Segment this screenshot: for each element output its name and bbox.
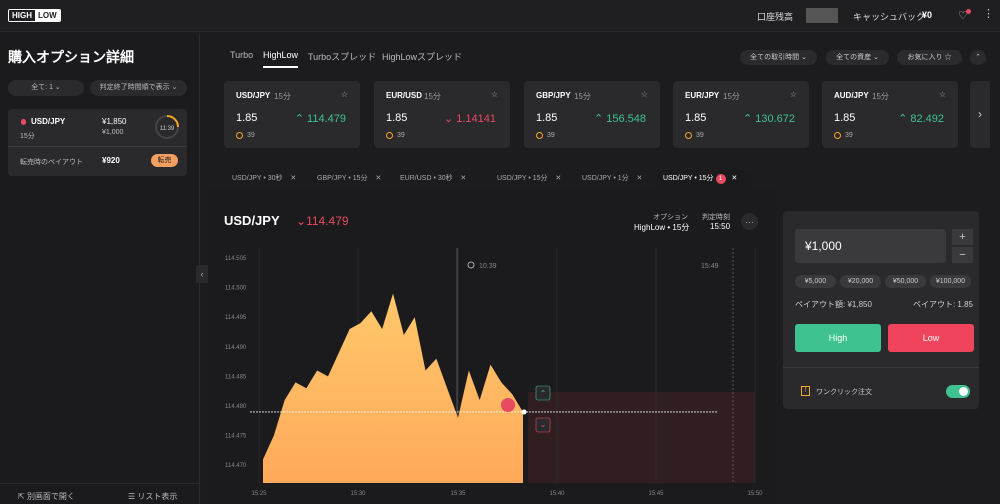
sidebar-title: 購入オプション詳細 <box>8 49 134 65</box>
trade-panel: ¥1,000 + − ¥5,000 ¥20,000 ¥50,000 ¥100,0… <box>783 211 979 409</box>
list-view-button[interactable]: ☰ リスト表示 <box>128 491 177 502</box>
one-click-toggle[interactable] <box>946 385 970 398</box>
next-assets-icon[interactable]: › <box>970 81 990 148</box>
amount-input[interactable]: ¥1,000 <box>795 229 946 263</box>
quick-amount-button[interactable]: ¥100,000 <box>930 275 971 288</box>
chart-tab[interactable]: USD/JPY • 15分 ✕ <box>497 170 561 188</box>
tab-highlow[interactable]: HighLow <box>263 50 299 68</box>
resell-payout-value: ¥920 <box>102 156 120 165</box>
chart-timer: 10.39 <box>479 263 497 270</box>
one-click-icon: ! <box>801 386 810 396</box>
sidebar: 購入オプション詳細 全て: 1 ⌄ 判定終了時間順で表示 ⌄ USD/JPY 1… <box>0 33 200 504</box>
position-amount: ¥1,850 <box>102 117 127 126</box>
asset-card-gbpjpy[interactable]: GBP/JPY 15分 ☆ 1.85 ⌃ 156.548 39 <box>524 81 660 148</box>
current-point <box>521 409 527 415</box>
collapse-sidebar-icon[interactable]: ‹ <box>196 265 208 283</box>
position-card[interactable]: USD/JPY 15分 ¥1,850 ¥1,000 11:39 転売時のペイアウ… <box>8 109 187 176</box>
timer-icon <box>536 132 543 139</box>
tab-turbo-spread[interactable]: Turboスプレッド <box>308 50 376 63</box>
chart-tab[interactable]: USD/JPY • 30秒 ✕ <box>232 170 296 188</box>
asset-card-eurjpy[interactable]: EUR/JPY 15分 ☆ 1.85 ⌃ 130.672 39 <box>673 81 809 148</box>
timer-ring: 11:39 <box>155 115 179 139</box>
balance-mask <box>806 8 838 23</box>
quick-amount-button[interactable]: ¥50,000 <box>885 275 926 288</box>
star-icon: ☆ <box>340 90 348 99</box>
asset-filter-dropdown[interactable]: 全ての資産 ⌄ <box>826 50 889 65</box>
top-bar: HIGH LOW 口座残高 キャッシュバック ¥0 ♡ ⋮ <box>0 0 1000 32</box>
entry-marker <box>501 398 515 412</box>
x-tick-label: 15:40 <box>549 491 565 497</box>
payout-rate: ペイアウト: 1.85 <box>912 300 973 309</box>
chart-tab-active[interactable]: USD/JPY • 15分 1 ✕ <box>655 170 753 188</box>
notification-dot <box>966 9 971 14</box>
favorites-filter[interactable]: お気に入り ☆ <box>897 50 962 65</box>
chart-area: USD/JPY ⌄114.479 オプション HighLow • 15分 判定時… <box>208 188 775 504</box>
quick-amount-button[interactable]: ¥20,000 <box>840 275 881 288</box>
x-tick-label: 15:45 <box>648 491 664 497</box>
chart-tab[interactable]: GBP/JPY • 15分 ✕ <box>317 170 381 188</box>
price-area <box>263 293 523 483</box>
one-click-label: ワンクリック注文 <box>816 389 872 396</box>
y-tick-label: 114.480 <box>225 404 247 410</box>
y-tick-label: 114.500 <box>225 286 247 292</box>
chart-tab[interactable]: USD/JPY • 1分 ✕ <box>582 170 642 188</box>
price-chart: 15:25 15:30 15:35 15:40 15:45 15:50 114.505 114… <box>225 248 763 497</box>
y-tick-label: 114.470 <box>225 463 247 469</box>
account-balance-label: 口座残高 <box>757 12 794 22</box>
y-tick-label: 114.475 <box>225 434 247 440</box>
up-arrow-icon: ⌃ <box>540 389 547 398</box>
payout-amount: ペイアウト額: ¥1,850 <box>795 300 872 309</box>
low-zone <box>528 392 755 483</box>
y-tick-label: 114.485 <box>225 374 247 380</box>
y-tick-label: 114.505 <box>225 256 247 262</box>
x-tick-label: 15:25 <box>251 491 267 497</box>
star-icon: ☆ <box>490 90 498 99</box>
quick-amount-button[interactable]: ¥5,000 <box>795 275 836 288</box>
x-tick-label: 15:35 <box>450 491 466 497</box>
logo[interactable]: HIGH LOW <box>8 9 61 22</box>
filter-all-dropdown[interactable]: 全て: 1 ⌄ <box>8 80 84 96</box>
open-new-window-button[interactable]: ⇱ 別画面で開く <box>18 491 75 502</box>
timer-icon <box>834 132 841 139</box>
tab-turbo[interactable]: Turbo <box>230 50 253 60</box>
chart-tab[interactable]: EUR/USD • 30秒 ✕ <box>400 170 466 188</box>
svg-text:11:39: 11:39 <box>160 126 175 132</box>
low-button[interactable]: Low <box>888 324 974 352</box>
y-tick-label: 114.490 <box>225 345 247 351</box>
position-stake: ¥1,000 <box>102 129 124 136</box>
close-time: 15:49 <box>701 263 719 270</box>
timer-icon <box>467 261 475 269</box>
sort-dropdown[interactable]: 判定終了時間順で表示 ⌄ <box>90 80 187 96</box>
asset-card-eurusd[interactable]: EUR/USD 15分 ☆ 1.85 ⌄ 1.14141 39 <box>374 81 510 148</box>
timer-icon <box>386 132 393 139</box>
star-icon: ☆ <box>789 90 797 99</box>
menu-icon[interactable]: ⋮ <box>983 7 994 20</box>
asset-card-audjpy[interactable]: AUD/JPY 15分 ☆ 1.85 ⌃ 82.492 39 <box>822 81 958 148</box>
timer-icon <box>685 132 692 139</box>
position-duration: 15分 <box>20 133 35 140</box>
star-icon: ☆ <box>938 90 946 99</box>
y-tick-label: 114.495 <box>225 315 247 321</box>
asset-card-usdjpy[interactable]: USD/JPY 15分 ☆ 1.85 ⌃ 114.479 39 <box>224 81 360 148</box>
collapse-assets-icon[interactable]: ⌃ <box>970 50 986 65</box>
x-tick-label: 15:50 <box>747 491 763 497</box>
decrease-button[interactable]: − <box>952 247 973 263</box>
down-direction-icon <box>21 119 26 125</box>
high-button[interactable]: High <box>795 324 881 352</box>
down-arrow-icon: ⌄ <box>540 420 547 429</box>
x-tick-label: 15:30 <box>350 491 366 497</box>
cashback-value: ¥0 <box>922 10 933 20</box>
increase-button[interactable]: + <box>952 229 973 245</box>
tab-highlow-spread[interactable]: HighLowスプレッド <box>382 50 462 63</box>
resell-button[interactable]: 転売 <box>151 154 178 167</box>
cashback-label: キャッシュバック <box>853 12 926 22</box>
resell-payout-label: 転売時のペイアウト <box>20 159 83 166</box>
time-filter-dropdown[interactable]: 全ての取引時間 ⌄ <box>740 50 817 65</box>
timer-icon <box>236 132 243 139</box>
star-icon: ☆ <box>640 90 648 99</box>
